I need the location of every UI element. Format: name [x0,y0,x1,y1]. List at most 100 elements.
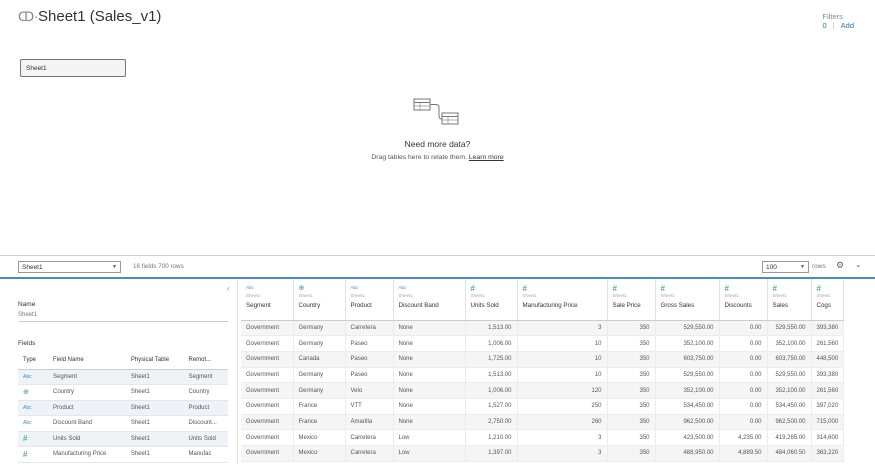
number-type-icon[interactable]: # [613,285,650,293]
field-row[interactable]: Abc Discount Band Sheet1 Discount... [18,415,228,432]
table-cell: 3 [517,445,608,462]
table-cell: 2,750.00 [465,414,518,431]
table-cell: 962,500.00 [767,414,812,431]
fields-table: Type Field Name Physical Table Remot... … [18,352,228,463]
column-name: Sales [772,302,788,309]
number-type-icon[interactable]: # [523,285,602,293]
drag-tables-hint: Drag tables here to relate them. Learn m… [0,154,875,161]
grid-column-header[interactable]: # Sheet1 Sales [767,279,812,321]
string-type-icon[interactable]: Abc [399,285,460,293]
physical-table: Sheet1 [125,446,184,463]
table-cell: Low [393,429,466,446]
string-type-icon[interactable]: Abc [18,415,48,432]
column-header[interactable]: Remot... [183,352,228,370]
learn-more-link[interactable]: Learn more [469,154,504,161]
table-cell: 350 [607,445,656,462]
table-cell: 0.00 [719,414,768,431]
table-cell: 250 [517,398,608,415]
column-name: Units Sold [470,302,499,309]
data-source-title[interactable]: Sheet1 (Sales_v1) [38,8,161,25]
need-more-data-heading: Need more data? [404,139,471,149]
table-cell: 4,235.00 [719,429,768,446]
grid-column-header[interactable]: Abc Sheet1 Segment [241,279,294,321]
table-cell: 1,725.00 [465,351,518,368]
grid-column-header[interactable]: # Sheet1 Cogs [811,279,845,321]
field-row[interactable]: Abc Product Sheet1 Product [18,400,228,416]
gear-icon[interactable]: ⚙ [836,260,844,271]
table-cell: 3 [517,429,608,446]
column-header[interactable]: Physical Table [125,352,184,370]
table-cell: 529,550.00 [767,367,812,384]
table-row: Government Mexico Carretera Low 1,210.00 3 350… [241,429,845,446]
grid-column-header[interactable]: # Sheet1 Manufacturing Price [517,279,608,321]
fields-rows-count: 16 fields 700 rows [133,263,184,270]
table-cell: 363,220 [811,445,845,462]
column-name: Discounts [724,302,752,309]
column-source-table: Sheet1 [522,293,537,298]
table-cell: Germany [293,367,346,384]
number-type-icon[interactable]: # [18,431,48,447]
table-cell: Amarilla [345,414,394,431]
number-type-icon[interactable]: # [18,446,48,463]
table-cell: 484,060.50 [767,445,812,462]
globe-type-icon[interactable]: ⊕ [18,384,48,401]
field-row[interactable]: Abc Segment Sheet1 Segment [18,369,228,385]
table-cell: Government [241,351,294,368]
add-filter-link[interactable]: Add [841,21,854,30]
name-field[interactable]: Sheet1 [18,312,37,318]
number-type-icon[interactable]: # [773,285,806,293]
column-header[interactable]: Field Name [48,352,126,370]
table-cell: 1,397.00 [465,445,518,462]
table-cell: Government [241,398,294,415]
string-type-icon[interactable]: Abc [18,369,48,385]
table-cell: None [393,398,466,415]
column-header[interactable]: Type [18,352,48,370]
table-cell: 260 [517,414,608,431]
column-source-table: Sheet1 [612,293,627,298]
field-name: Discount Band [48,415,126,432]
canvas-table-sheet1[interactable]: Sheet1 [20,59,126,77]
chevron-down-icon[interactable]: ⌄ [855,260,862,269]
grid-column-header[interactable]: ⊕ Sheet1 Country [293,279,346,321]
table-cell: 10 [517,335,608,352]
field-row[interactable]: # Units Sold Sheet1 Units Sold [18,431,228,447]
table-cell: 0.00 [719,335,768,352]
drag-tables-text: Drag tables here to relate them. [371,154,467,161]
string-type-icon[interactable]: Abc [18,400,48,416]
number-type-icon[interactable]: # [471,285,512,293]
table-cell: Government [241,414,294,431]
field-row[interactable]: # Manufacturing Price Sheet1 Manufac [18,446,228,463]
table-cell: 3 [517,320,608,337]
table-cell: Government [241,382,294,399]
string-type-icon[interactable]: Abc [351,285,388,293]
number-type-icon[interactable]: # [817,285,839,293]
remote-field-name: Discount... [183,415,228,432]
table-cell: 350 [607,367,656,384]
table-cell: 0.00 [719,320,768,337]
column-source-table: Sheet1 [660,293,675,298]
table-cell: None [393,335,466,352]
physical-table: Sheet1 [125,400,184,416]
grid-column-header[interactable]: # Sheet1 Gross Sales [655,279,720,321]
globe-type-icon[interactable]: ⊕ [299,285,340,293]
grid-column-header[interactable]: # Sheet1 Sale Price [607,279,656,321]
number-type-icon[interactable]: # [661,285,714,293]
string-type-icon[interactable]: Abc [246,285,288,293]
field-row[interactable]: ⊕ Country Sheet1 Country [18,384,228,401]
data-grid-header: Abc Sheet1 Segment ⊕ Sheet1 Country Abc Sheet1 P… [241,279,845,321]
grid-column-header[interactable]: Abc Sheet1 Product [345,279,394,321]
collapse-pane-icon[interactable]: ‹ [227,284,230,293]
table-cell: 10 [517,367,608,384]
field-name: Country [48,384,126,401]
chevron-down-icon: ▼ [112,264,117,270]
table-cell: 419,265.00 [767,429,812,446]
field-name: Segment [48,369,126,385]
table-cell: 1,513.00 [465,320,518,337]
grid-column-header[interactable]: # Sheet1 Discounts [719,279,768,321]
number-type-icon[interactable]: # [725,285,762,293]
grid-column-header[interactable]: Abc Sheet1 Discount Band [393,279,466,321]
table-select[interactable]: Sheet1 ▼ [18,261,121,273]
grid-column-header[interactable]: # Sheet1 Units Sold [465,279,518,321]
table-cell: 352,100.00 [655,382,720,399]
rows-count-input[interactable]: 100 ▼ [762,261,809,273]
